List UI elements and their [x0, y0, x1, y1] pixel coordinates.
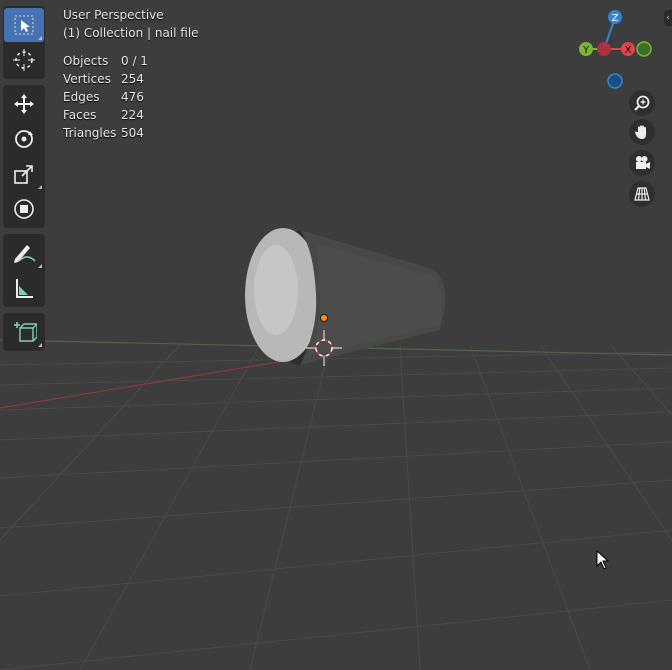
stats-overlay: Objects 0 / 1 Vertices 254 Edges 476 Faces 2… [63, 52, 148, 142]
stat-row: Edges 476 [63, 90, 144, 104]
x-axis-label: X [625, 45, 632, 56]
z-axis-label: Z [612, 13, 619, 24]
view-title: User Perspective [63, 8, 164, 22]
annotate-icon [14, 245, 36, 263]
navigation-gizmo[interactable]: Z Y X [570, 6, 662, 96]
zoom-icon [634, 95, 650, 111]
nail-file-object[interactable] [245, 228, 446, 365]
sidebar-collapse-tab[interactable]: ‹ [664, 10, 672, 26]
scale-icon [14, 165, 33, 184]
y-axis-label: Y [582, 45, 590, 56]
select-box-tool[interactable] [4, 8, 44, 42]
stat-row: Vertices 254 [63, 72, 144, 86]
stat-row: Objects 0 / 1 [63, 54, 148, 68]
rotate-icon [15, 130, 33, 148]
measure-tool[interactable] [4, 271, 44, 305]
annotate-tool[interactable] [4, 236, 44, 270]
scale-tool[interactable] [4, 157, 44, 191]
pan-button[interactable] [629, 119, 655, 145]
add-cube-tool[interactable] [4, 315, 44, 349]
measure-icon [16, 279, 33, 298]
perspective-grid-icon [634, 187, 650, 201]
mouse-pointer-icon [596, 550, 610, 570]
zoom-button[interactable] [629, 90, 655, 116]
cursor-icon [13, 49, 35, 71]
object-origin [320, 314, 328, 322]
pan-hand-icon [635, 125, 646, 139]
move-tool[interactable] [4, 87, 44, 121]
neg-x-axis-handle[interactable] [636, 41, 652, 57]
x-axis-line [0, 354, 321, 409]
transform-tool[interactable] [4, 192, 44, 226]
cursor-tool[interactable] [4, 43, 44, 77]
camera-view-button[interactable] [629, 150, 655, 176]
neg-z-axis-handle[interactable] [607, 73, 623, 89]
add-cube-icon [14, 322, 37, 342]
neg-y-axis-handle[interactable] [597, 42, 611, 56]
floor-grid [0, 344, 672, 670]
select-box-icon [14, 15, 34, 35]
transform-icon [14, 199, 34, 219]
rotate-tool[interactable] [4, 122, 44, 156]
camera-icon [636, 156, 650, 169]
3d-viewport[interactable]: User Perspective (1) Collection | nail f… [0, 0, 672, 670]
stat-row: Triangles 504 [63, 126, 144, 140]
tool-shelf [3, 6, 45, 357]
move-icon [14, 94, 34, 114]
collection-line: (1) Collection | nail file [63, 26, 199, 40]
stat-row: Faces 224 [63, 108, 144, 122]
perspective-toggle-button[interactable] [629, 181, 655, 207]
